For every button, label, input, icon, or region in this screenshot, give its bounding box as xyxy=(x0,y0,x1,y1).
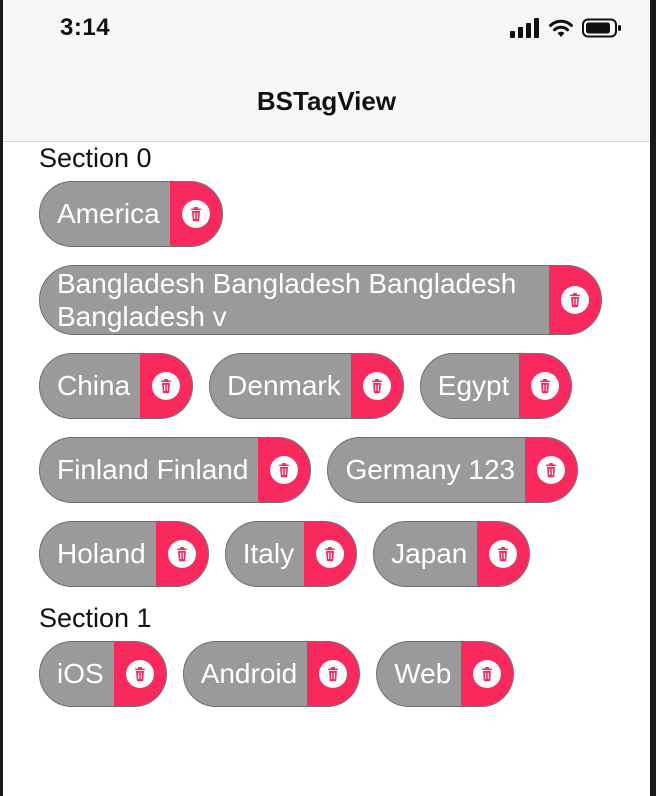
delete-tag-button[interactable] xyxy=(113,642,166,706)
tag-web[interactable]: Web xyxy=(376,641,515,707)
delete-tag-button[interactable] xyxy=(519,354,572,418)
wifi-icon xyxy=(548,18,574,43)
page-title: BSTagView xyxy=(256,86,397,116)
trash-icon xyxy=(167,540,196,568)
delete-tag-button[interactable] xyxy=(304,522,357,586)
section-title: Section 0 xyxy=(39,143,152,173)
status-time: 3:14 xyxy=(60,14,111,41)
trash-icon xyxy=(531,372,560,400)
tag-label: Android xyxy=(200,658,298,689)
tag-denmark[interactable]: Denmark xyxy=(209,353,404,419)
status-icons xyxy=(510,18,622,43)
trash-icon xyxy=(181,200,210,228)
trash-icon xyxy=(316,540,345,568)
trash-icon xyxy=(152,372,181,400)
device-frame: 3:14 BSTagView Section 0 America Banglad… xyxy=(0,0,656,796)
tag-label: Japan xyxy=(391,538,468,569)
tag-android[interactable]: Android xyxy=(182,641,361,707)
cellular-signal-icon xyxy=(510,18,540,43)
battery-icon xyxy=(582,18,622,43)
tag-content: Section 0 America Bangladesh Bangladesh … xyxy=(39,141,639,721)
tag-list: iOS Android Web xyxy=(39,641,639,707)
delete-tag-button[interactable] xyxy=(258,438,311,502)
tag-list: America Bangladesh Bangladesh Bangladesh… xyxy=(39,181,639,587)
tag-label: Italy xyxy=(242,538,295,569)
delete-tag-button[interactable] xyxy=(140,354,193,418)
tag-ios[interactable]: iOS xyxy=(39,641,167,707)
delete-tag-button[interactable] xyxy=(525,438,578,502)
trash-icon xyxy=(473,660,502,688)
trash-icon xyxy=(125,660,154,688)
tag-label: Egypt xyxy=(437,370,510,401)
delete-tag-button[interactable] xyxy=(155,522,208,586)
tag-japan[interactable]: Japan xyxy=(373,521,531,587)
tag-label: Web xyxy=(394,658,452,689)
tag-label: China xyxy=(57,370,131,401)
trash-icon xyxy=(561,286,589,314)
tag-label: Germany 123 xyxy=(345,454,516,485)
tag-america[interactable]: America xyxy=(39,181,223,247)
section-0: Section 0 America Bangladesh Bangladesh … xyxy=(39,141,639,587)
delete-tag-button[interactable] xyxy=(461,642,514,706)
trash-icon xyxy=(362,372,391,400)
tag-holand[interactable]: Holand xyxy=(39,521,209,587)
trash-icon xyxy=(270,456,299,484)
tag-label: iOS xyxy=(57,658,104,689)
tag-label: Finland Finland xyxy=(57,454,249,485)
tag-label: Holand xyxy=(57,538,146,569)
tag-label: Denmark xyxy=(227,370,341,401)
delete-tag-button[interactable] xyxy=(549,266,601,334)
tag-finland[interactable]: Finland Finland xyxy=(39,437,312,503)
section-title: Section 1 xyxy=(39,603,152,633)
delete-tag-button[interactable] xyxy=(350,354,403,418)
tag-label: America xyxy=(57,198,160,229)
tag-china[interactable]: China xyxy=(39,353,194,419)
tag-italy[interactable]: Italy xyxy=(224,521,358,587)
delete-tag-button[interactable] xyxy=(477,522,530,586)
navigation-bar: 3:14 BSTagView xyxy=(3,0,650,142)
delete-tag-button[interactable] xyxy=(169,182,222,246)
section-1: Section 1 iOS Android Web xyxy=(39,601,639,707)
trash-icon xyxy=(489,540,518,568)
trash-icon xyxy=(537,456,566,484)
tag-egypt[interactable]: Egypt xyxy=(419,353,573,419)
trash-icon xyxy=(319,660,348,688)
tag-label: Bangladesh Bangladesh Bangladesh Banglad… xyxy=(57,268,517,332)
tag-bangladesh[interactable]: Bangladesh Bangladesh Bangladesh Banglad… xyxy=(39,265,602,335)
delete-tag-button[interactable] xyxy=(307,642,360,706)
tag-germany[interactable]: Germany 123 xyxy=(327,437,579,503)
